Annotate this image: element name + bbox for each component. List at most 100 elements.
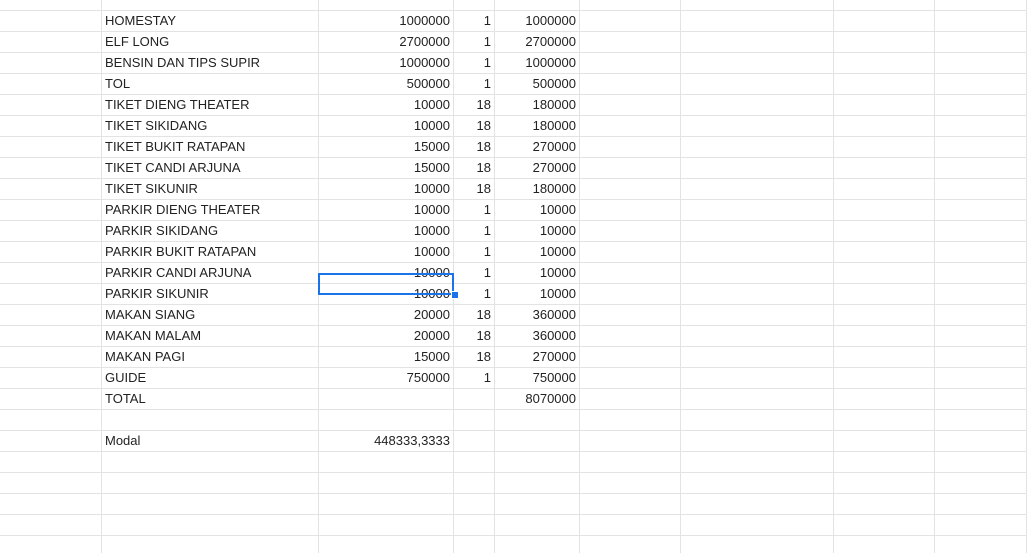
item-cell[interactable]: PARKIR BUKIT RATAPAN — [102, 242, 319, 263]
qty-cell[interactable]: 18 — [454, 347, 495, 368]
empty-cell[interactable] — [580, 158, 681, 179]
empty-cell[interactable] — [0, 515, 102, 536]
empty-cell[interactable] — [681, 473, 834, 494]
subtotal-cell[interactable]: 8070000 — [495, 389, 580, 410]
qty-cell[interactable]: 1 — [454, 53, 495, 74]
empty-cell[interactable] — [681, 137, 834, 158]
empty-cell[interactable] — [681, 389, 834, 410]
empty-cell[interactable] — [0, 0, 102, 11]
subtotal-cell[interactable] — [495, 431, 580, 452]
empty-cell[interactable] — [580, 11, 681, 32]
price-cell[interactable]: 2700000 — [319, 32, 454, 53]
item-cell[interactable]: TIKET DIENG THEATER — [102, 95, 319, 116]
price-cell[interactable] — [319, 410, 454, 431]
empty-cell[interactable] — [935, 389, 1027, 410]
price-cell[interactable]: 15000 — [319, 137, 454, 158]
empty-cell[interactable] — [681, 95, 834, 116]
price-cell[interactable]: 10000 — [319, 95, 454, 116]
empty-cell[interactable] — [0, 284, 102, 305]
qty-cell[interactable]: 1 — [454, 200, 495, 221]
empty-cell[interactable] — [580, 0, 681, 11]
empty-cell[interactable] — [580, 32, 681, 53]
empty-cell[interactable] — [834, 116, 935, 137]
subtotal-cell[interactable] — [495, 473, 580, 494]
empty-cell[interactable] — [681, 74, 834, 95]
empty-cell[interactable] — [681, 53, 834, 74]
price-cell[interactable]: 1000000 — [319, 11, 454, 32]
price-cell[interactable]: 10000 — [319, 116, 454, 137]
item-cell[interactable]: PARKIR SIKUNIR — [102, 284, 319, 305]
empty-cell[interactable] — [935, 242, 1027, 263]
price-cell[interactable]: 500000 — [319, 74, 454, 95]
empty-cell[interactable] — [834, 326, 935, 347]
item-cell[interactable]: MAKAN SIANG — [102, 305, 319, 326]
subtotal-cell[interactable] — [495, 515, 580, 536]
empty-cell[interactable] — [834, 305, 935, 326]
item-cell[interactable]: TIKET SIKUNIR — [102, 179, 319, 200]
empty-cell[interactable] — [580, 221, 681, 242]
empty-cell[interactable] — [0, 536, 102, 553]
empty-cell[interactable] — [580, 179, 681, 200]
subtotal-cell[interactable]: 10000 — [495, 242, 580, 263]
item-cell[interactable]: BENSIN DAN TIPS SUPIR — [102, 53, 319, 74]
empty-cell[interactable] — [834, 347, 935, 368]
qty-cell[interactable] — [454, 452, 495, 473]
price-cell[interactable] — [319, 389, 454, 410]
item-cell[interactable] — [102, 452, 319, 473]
price-cell[interactable]: 20000 — [319, 305, 454, 326]
empty-cell[interactable] — [834, 32, 935, 53]
price-cell[interactable]: 448333,3333 — [319, 431, 454, 452]
empty-cell[interactable] — [0, 116, 102, 137]
empty-cell[interactable] — [0, 137, 102, 158]
qty-cell[interactable] — [454, 494, 495, 515]
qty-cell[interactable]: 18 — [454, 179, 495, 200]
price-cell[interactable]: 10000 — [319, 284, 454, 305]
empty-cell[interactable] — [935, 158, 1027, 179]
qty-cell[interactable]: 18 — [454, 158, 495, 179]
empty-cell[interactable] — [0, 368, 102, 389]
subtotal-cell[interactable]: 180000 — [495, 179, 580, 200]
qty-cell[interactable]: 18 — [454, 137, 495, 158]
empty-cell[interactable] — [580, 242, 681, 263]
qty-cell[interactable]: 1 — [454, 284, 495, 305]
empty-cell[interactable] — [834, 53, 935, 74]
subtotal-cell[interactable]: 270000 — [495, 137, 580, 158]
empty-cell[interactable] — [681, 32, 834, 53]
empty-cell[interactable] — [0, 95, 102, 116]
empty-cell[interactable] — [580, 137, 681, 158]
subtotal-cell[interactable] — [495, 494, 580, 515]
price-cell[interactable] — [319, 515, 454, 536]
item-cell[interactable]: PARKIR CANDI ARJUNA — [102, 263, 319, 284]
item-cell[interactable]: Modal — [102, 431, 319, 452]
empty-cell[interactable] — [0, 431, 102, 452]
qty-cell[interactable]: 18 — [454, 95, 495, 116]
subtotal-cell[interactable]: 270000 — [495, 158, 580, 179]
subtotal-cell[interactable]: 750000 — [495, 368, 580, 389]
item-cell[interactable]: GUIDE — [102, 368, 319, 389]
empty-cell[interactable] — [681, 263, 834, 284]
empty-cell[interactable] — [580, 347, 681, 368]
subtotal-cell[interactable]: 10000 — [495, 284, 580, 305]
empty-cell[interactable] — [681, 536, 834, 553]
empty-cell[interactable] — [935, 368, 1027, 389]
empty-cell[interactable] — [935, 473, 1027, 494]
empty-cell[interactable] — [681, 347, 834, 368]
empty-cell[interactable] — [834, 179, 935, 200]
empty-cell[interactable] — [935, 200, 1027, 221]
empty-cell[interactable] — [834, 515, 935, 536]
subtotal-cell[interactable]: 10000 — [495, 221, 580, 242]
subtotal-cell[interactable]: 1000000 — [495, 11, 580, 32]
price-cell[interactable]: 10000 — [319, 200, 454, 221]
empty-cell[interactable] — [935, 431, 1027, 452]
empty-cell[interactable] — [681, 11, 834, 32]
qty-cell[interactable]: 1 — [454, 242, 495, 263]
qty-cell[interactable] — [454, 536, 495, 553]
empty-cell[interactable] — [580, 74, 681, 95]
empty-cell[interactable] — [834, 95, 935, 116]
qty-cell[interactable]: 18 — [454, 305, 495, 326]
empty-cell[interactable] — [935, 95, 1027, 116]
item-cell[interactable]: TOL — [102, 74, 319, 95]
empty-cell[interactable] — [0, 494, 102, 515]
empty-cell[interactable] — [834, 74, 935, 95]
price-cell[interactable] — [319, 536, 454, 553]
